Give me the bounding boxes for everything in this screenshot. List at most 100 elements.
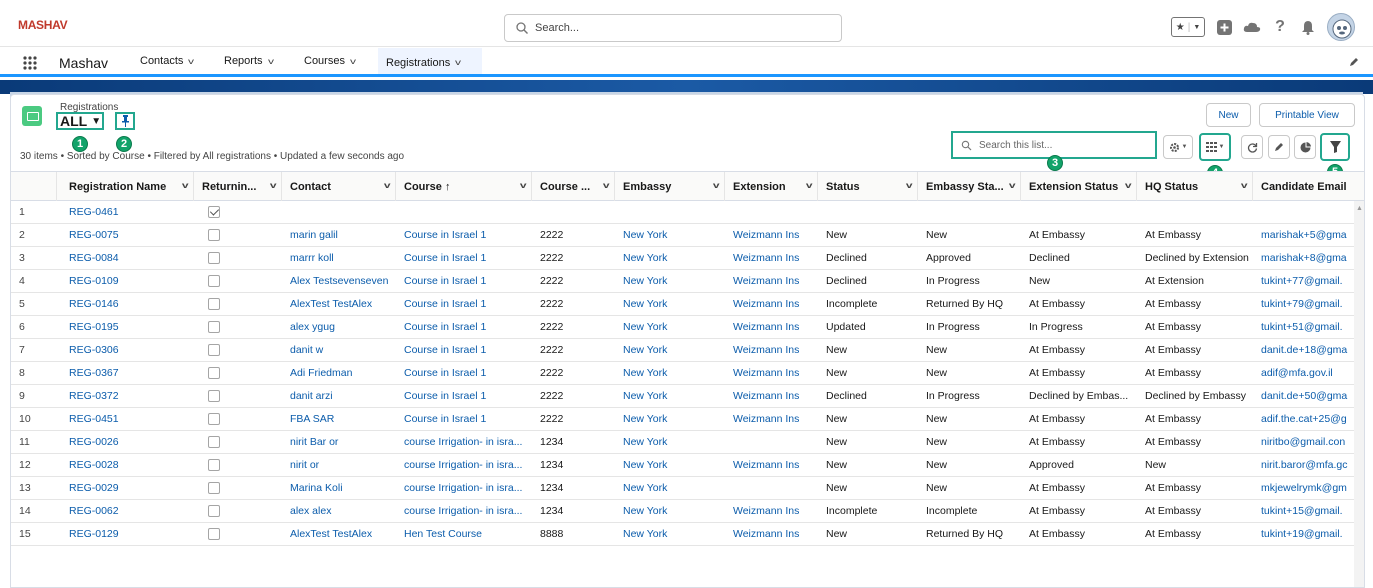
candidate-email-link-text[interactable]: tukint+79@gmail. [1261, 298, 1343, 310]
chevron-down-icon[interactable]: v [269, 181, 276, 190]
extension-link-text[interactable]: Weizmann Ins [733, 252, 799, 264]
course-link-text[interactable]: course Irrigation- in isra... [404, 482, 522, 494]
returning-checkbox-box[interactable] [208, 482, 220, 494]
candidate-email-link[interactable]: mkjewelrymk@gm [1253, 477, 1364, 499]
extension-link-text[interactable]: Weizmann Ins [733, 344, 799, 356]
returning-checkbox-box[interactable] [208, 229, 220, 241]
returning-checkbox-box[interactable] [208, 390, 220, 402]
contact-link-text[interactable]: danit arzi [290, 390, 333, 402]
contact-link[interactable]: nirit Bar or [282, 431, 396, 453]
candidate-email-link-text[interactable]: nirit.baror@mfa.gc [1261, 459, 1348, 471]
contact-link[interactable]: Adi Friedman [282, 362, 396, 384]
returning-checkbox-box[interactable] [208, 459, 220, 471]
registration-name-link-text[interactable]: REG-0109 [69, 275, 119, 287]
returning-checkbox-box[interactable] [208, 321, 220, 333]
chevron-down-icon[interactable]: v [1008, 181, 1015, 190]
printable-view-button[interactable]: Printable View [1259, 103, 1355, 127]
registration-name-link[interactable]: REG-0029 [61, 477, 194, 499]
course-link-text[interactable]: Course in Israel 1 [404, 321, 486, 333]
registration-name-link[interactable]: REG-0026 [61, 431, 194, 453]
extension-link[interactable]: Weizmann Ins [725, 270, 818, 292]
extension-link-text[interactable]: Weizmann Ins [733, 459, 799, 471]
candidate-email-link[interactable]: tukint+77@gmail. [1253, 270, 1364, 292]
filter-button[interactable] [1320, 133, 1350, 161]
embassy-link-text[interactable]: New York [623, 505, 667, 517]
contact-link[interactable]: danit w [282, 339, 396, 361]
candidate-email-link[interactable]: danit.de+50@gma [1253, 385, 1364, 407]
column-header-registration-name[interactable]: Registration Name v [61, 172, 194, 201]
registration-name-link[interactable]: REG-0062 [61, 500, 194, 522]
chevron-down-icon[interactable]: v [712, 181, 719, 190]
registration-name-link[interactable]: REG-0146 [61, 293, 194, 315]
course-link-text[interactable]: course Irrigation- in isra... [404, 436, 522, 448]
registration-name-link-text[interactable]: REG-0367 [69, 367, 119, 379]
registration-name-link[interactable]: REG-0451 [61, 408, 194, 430]
contact-link-text[interactable]: AlexTest TestAlex [290, 298, 372, 310]
registration-name-link-text[interactable]: REG-0146 [69, 298, 119, 310]
chevron-down-icon[interactable]: v [905, 181, 912, 190]
course-link-text[interactable]: Course in Israel 1 [404, 413, 486, 425]
returning-checkbox-box[interactable] [208, 275, 220, 287]
embassy-link[interactable] [615, 201, 725, 223]
registration-name-link[interactable]: REG-0372 [61, 385, 194, 407]
candidate-email-link[interactable]: marishak+5@gma [1253, 224, 1364, 246]
candidate-email-link-text[interactable]: tukint+19@gmail. [1261, 528, 1343, 540]
course-link[interactable]: Course in Israel 1 [396, 385, 532, 407]
candidate-email-link-text[interactable]: marishak+5@gma [1261, 229, 1347, 241]
table-scrollbar[interactable]: ▲ [1354, 201, 1364, 587]
chevron-down-icon[interactable]: v [268, 57, 274, 66]
contact-link[interactable]: marrr koll [282, 247, 396, 269]
course-link[interactable]: Course in Israel 1 [396, 339, 532, 361]
embassy-link[interactable]: New York [615, 293, 725, 315]
table-row[interactable]: 13 REG-0029 Marina Koli course Irrigation- … [11, 477, 1364, 500]
registration-name-link[interactable]: REG-0084 [61, 247, 194, 269]
course-link[interactable] [396, 201, 532, 223]
registration-name-link-text[interactable]: REG-0026 [69, 436, 119, 448]
extension-link-text[interactable]: Weizmann Ins [733, 321, 799, 333]
registration-name-link[interactable]: REG-0306 [61, 339, 194, 361]
course-link[interactable]: Course in Israel 1 [396, 270, 532, 292]
global-actions-button[interactable] [1215, 18, 1233, 36]
returning-checkbox-box[interactable] [208, 298, 220, 310]
extension-link[interactable]: Weizmann Ins [725, 523, 818, 545]
chevron-down-icon[interactable]: v [805, 181, 812, 190]
embassy-link[interactable]: New York [615, 339, 725, 361]
embassy-link-text[interactable]: New York [623, 459, 667, 471]
inline-edit-button[interactable] [1268, 135, 1290, 159]
course-link[interactable]: Course in Israel 1 [396, 247, 532, 269]
embassy-link[interactable]: New York [615, 477, 725, 499]
table-row[interactable]: 14 REG-0062 alex alex course Irrigation- in… [11, 500, 1364, 523]
extension-link-text[interactable]: Weizmann Ins [733, 413, 799, 425]
notifications-button[interactable] [1299, 18, 1317, 36]
contact-link[interactable]: Alex Testsevenseven [282, 270, 396, 292]
course-link-text[interactable]: Course in Israel 1 [404, 344, 486, 356]
returning-checkbox-box[interactable] [208, 505, 220, 517]
embassy-link-text[interactable]: New York [623, 482, 667, 494]
contact-link[interactable]: alex alex [282, 500, 396, 522]
registration-name-link-text[interactable]: REG-0451 [69, 413, 119, 425]
course-link[interactable]: Course in Israel 1 [396, 293, 532, 315]
extension-link[interactable] [725, 431, 818, 453]
embassy-link-text[interactable]: New York [623, 528, 667, 540]
extension-link[interactable]: Weizmann Ins [725, 362, 818, 384]
new-button[interactable]: New [1206, 103, 1251, 127]
course-link-text[interactable]: Course in Israel 1 [404, 252, 486, 264]
contact-link-text[interactable]: marin galil [290, 229, 338, 241]
registration-name-link-text[interactable]: REG-0129 [69, 528, 119, 540]
contact-link[interactable]: FBA SAR [282, 408, 396, 430]
course-link[interactable]: Course in Israel 1 [396, 362, 532, 384]
embassy-link[interactable]: New York [615, 408, 725, 430]
extension-link[interactable] [725, 477, 818, 499]
contact-link-text[interactable]: nirit Bar or [290, 436, 338, 448]
tab-registrations[interactable]: Registrations v [378, 48, 482, 74]
registration-name-link-text[interactable]: REG-0306 [69, 344, 119, 356]
returning-checkbox-box[interactable] [208, 413, 220, 425]
chevron-down-icon[interactable]: v [1240, 181, 1247, 190]
extension-link[interactable]: Weizmann Ins [725, 316, 818, 338]
candidate-email-link-text[interactable]: marishak+8@gma [1261, 252, 1347, 264]
course-link[interactable]: course Irrigation- in isra... [396, 477, 532, 499]
embassy-link[interactable]: New York [615, 224, 725, 246]
registration-name-link-text[interactable]: REG-0028 [69, 459, 119, 471]
contact-link-text[interactable]: Alex Testsevenseven [290, 275, 388, 287]
candidate-email-link[interactable]: adif@mfa.gov.il [1253, 362, 1364, 384]
